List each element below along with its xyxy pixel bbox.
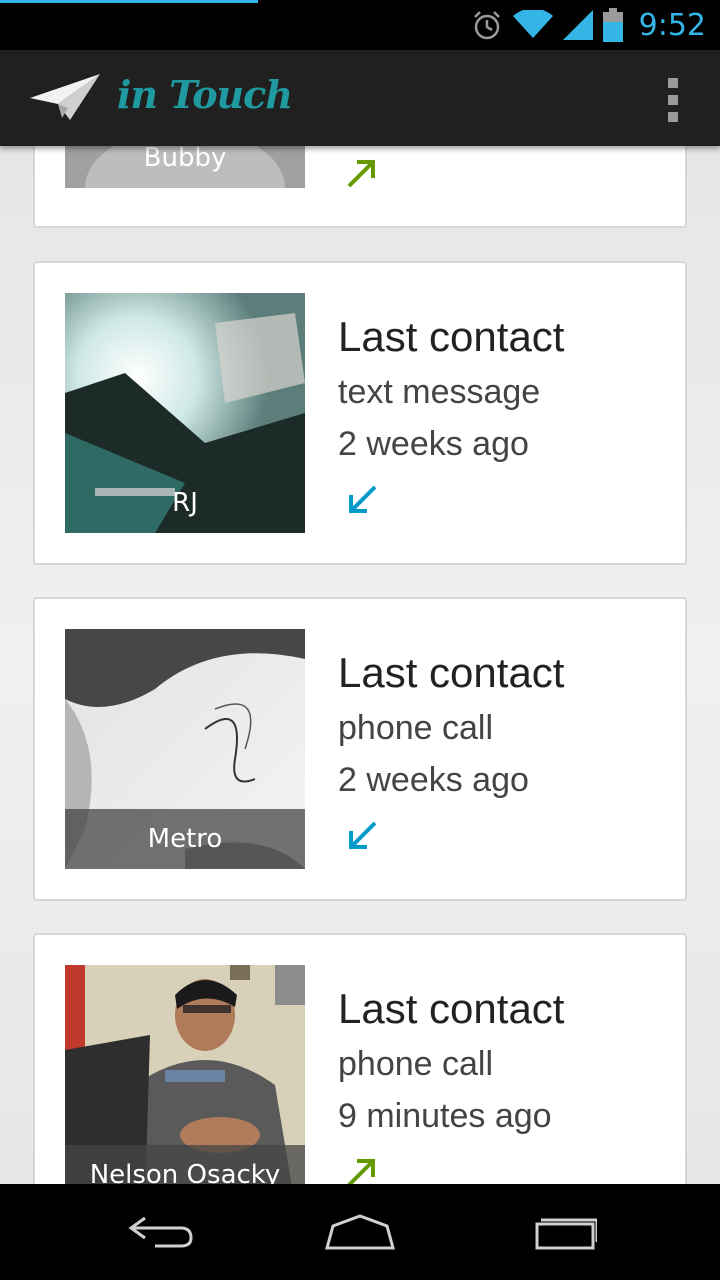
nav-bar — [0, 1184, 720, 1280]
home-icon[interactable] — [315, 1206, 405, 1258]
last-contact-label: Last contact — [338, 313, 565, 360]
contact-photo: RJ — [65, 293, 305, 533]
wifi-icon — [512, 10, 553, 38]
paper-plane-icon[interactable] — [28, 72, 102, 124]
app-title: in Touch — [117, 72, 293, 117]
contact-method: phone call — [338, 1045, 494, 1083]
arrow-down-left-icon — [349, 821, 377, 849]
contact-name: Bubby — [143, 146, 227, 173]
contact-card[interactable]: Bubby — [33, 146, 687, 228]
contact-card[interactable]: Metro Last contact phone call 2 weeks ag… — [33, 597, 687, 901]
overflow-menu-icon[interactable] — [666, 78, 680, 122]
contact-photo: Bubby — [65, 146, 305, 188]
status-progress-line — [0, 0, 258, 3]
contact-time: 2 weeks ago — [338, 425, 529, 463]
contact-method: text message — [338, 373, 541, 411]
alarm-icon — [473, 11, 500, 40]
contact-photo: Metro — [65, 629, 305, 869]
contact-method: phone call — [338, 709, 494, 747]
battery-icon — [602, 8, 623, 42]
last-contact-label: Last contact — [338, 649, 565, 696]
contact-name: Nelson Osacky — [65, 1145, 305, 1184]
contact-photo: Nelson Osacky — [65, 965, 305, 1184]
contact-card[interactable]: Nelson Osacky Last contact phone call 9 … — [33, 933, 687, 1184]
back-icon[interactable] — [115, 1206, 205, 1258]
arrow-down-left-icon — [349, 485, 377, 513]
contact-name: Metro — [65, 809, 305, 869]
last-contact-label: Last contact — [338, 985, 565, 1032]
contact-list[interactable]: Bubby RJ Last contact text message 2 wee… — [0, 146, 720, 1184]
status-time: 9:52 — [638, 7, 706, 43]
contact-time: 9 minutes ago — [338, 1097, 552, 1135]
status-bar: 9:52 — [0, 0, 720, 50]
signal-icon — [562, 10, 593, 40]
status-icons: 9:52 — [471, 0, 706, 50]
arrow-up-right-icon — [347, 1159, 375, 1184]
contact-time: 2 weeks ago — [338, 761, 529, 799]
arrow-up-right-icon — [347, 160, 375, 188]
contact-card[interactable]: RJ Last contact text message 2 weeks ago — [33, 261, 687, 565]
recent-apps-icon[interactable] — [515, 1206, 605, 1258]
action-bar: in Touch — [0, 50, 720, 146]
contact-name: RJ — [172, 488, 198, 518]
